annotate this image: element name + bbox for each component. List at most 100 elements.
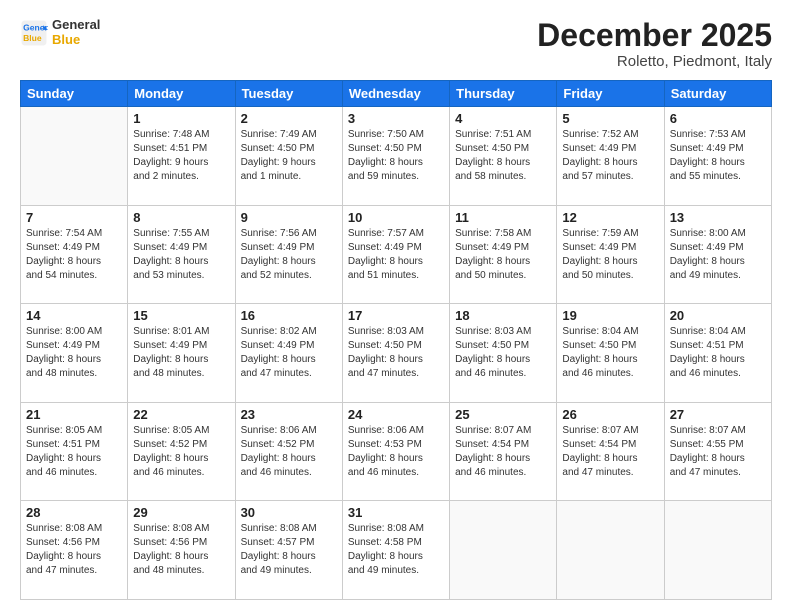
logo-icon: General Blue <box>20 19 48 47</box>
day-number: 17 <box>348 308 444 323</box>
day-info: Sunrise: 8:04 AMSunset: 4:50 PMDaylight:… <box>562 325 658 381</box>
calendar-cell <box>664 501 771 600</box>
day-number: 23 <box>241 407 337 422</box>
day-info: Sunrise: 8:04 AMSunset: 4:51 PMDaylight:… <box>670 325 766 381</box>
day-number: 16 <box>241 308 337 323</box>
day-header-wednesday: Wednesday <box>342 81 449 107</box>
calendar-cell: 14 Sunrise: 8:00 AMSunset: 4:49 PMDayligh… <box>21 304 128 403</box>
calendar-cell: 21Sunrise: 8:05 AMSunset: 4:51 PMDayligh… <box>21 402 128 501</box>
logo-line2: Blue <box>52 33 100 48</box>
day-info: Sunrise: 8:03 AMSunset: 4:50 PMDaylight:… <box>455 325 551 381</box>
month-title: December 2025 <box>537 18 772 53</box>
day-info: Sunrise: 8:07 AMSunset: 4:54 PMDaylight:… <box>562 424 658 480</box>
day-number: 13 <box>670 210 766 225</box>
calendar-cell: 23 Sunrise: 8:06 AMSunset: 4:52 PMDayligh… <box>235 402 342 501</box>
day-number: 10 <box>348 210 444 225</box>
day-header-tuesday: Tuesday <box>235 81 342 107</box>
day-info: Sunrise: 8:08 AMSunset: 4:57 PMDaylight:… <box>241 522 337 578</box>
day-number: 18 <box>455 308 551 323</box>
calendar-cell: 16 Sunrise: 8:02 AMSunset: 4:49 PMDayligh… <box>235 304 342 403</box>
calendar-cell: 2 Sunrise: 7:49 AMSunset: 4:50 PMDaylight… <box>235 107 342 206</box>
logo: General Blue General Blue <box>20 18 100 48</box>
calendar-cell: 12 Sunrise: 7:59 AMSunset: 4:49 PMDayligh… <box>557 205 664 304</box>
calendar-header-row: SundayMondayTuesdayWednesdayThursdayFrid… <box>21 81 772 107</box>
day-info: Sunrise: 7:48 AMSunset: 4:51 PMDaylight:… <box>133 128 229 184</box>
day-info: Sunrise: 7:51 AMSunset: 4:50 PMDaylight:… <box>455 128 551 184</box>
calendar-cell: 26 Sunrise: 8:07 AMSunset: 4:54 PMDayligh… <box>557 402 664 501</box>
calendar-week-row: 21Sunrise: 8:05 AMSunset: 4:51 PMDayligh… <box>21 402 772 501</box>
day-header-monday: Monday <box>128 81 235 107</box>
calendar-cell: 31 Sunrise: 8:08 AMSunset: 4:58 PMDayligh… <box>342 501 449 600</box>
day-info: Sunrise: 8:02 AMSunset: 4:49 PMDaylight:… <box>241 325 337 381</box>
day-info: Sunrise: 7:53 AMSunset: 4:49 PMDaylight:… <box>670 128 766 184</box>
day-info: Sunrise: 8:00 AMSunset: 4:49 PMDaylight:… <box>26 325 122 381</box>
calendar-cell <box>557 501 664 600</box>
day-number: 12 <box>562 210 658 225</box>
day-number: 14 <box>26 308 122 323</box>
calendar-cell: 19 Sunrise: 8:04 AMSunset: 4:50 PMDayligh… <box>557 304 664 403</box>
day-info: Sunrise: 8:05 AMSunset: 4:52 PMDaylight:… <box>133 424 229 480</box>
day-number: 25 <box>455 407 551 422</box>
day-number: 7 <box>26 210 122 225</box>
day-info: Sunrise: 7:52 AMSunset: 4:49 PMDaylight:… <box>562 128 658 184</box>
calendar-table: SundayMondayTuesdayWednesdayThursdayFrid… <box>20 80 772 600</box>
day-number: 5 <box>562 111 658 126</box>
day-number: 29 <box>133 505 229 520</box>
calendar-cell: 25 Sunrise: 8:07 AMSunset: 4:54 PMDayligh… <box>450 402 557 501</box>
calendar-cell: 17Sunrise: 8:03 AMSunset: 4:50 PMDayligh… <box>342 304 449 403</box>
logo-line1: General <box>52 18 100 33</box>
calendar-cell: 15Sunrise: 8:01 AMSunset: 4:49 PMDayligh… <box>128 304 235 403</box>
calendar-cell: 13Sunrise: 8:00 AMSunset: 4:49 PMDayligh… <box>664 205 771 304</box>
calendar-cell: 18 Sunrise: 8:03 AMSunset: 4:50 PMDayligh… <box>450 304 557 403</box>
calendar-cell: 28 Sunrise: 8:08 AMSunset: 4:56 PMDayligh… <box>21 501 128 600</box>
day-info: Sunrise: 8:01 AMSunset: 4:49 PMDaylight:… <box>133 325 229 381</box>
svg-text:Blue: Blue <box>23 33 42 43</box>
day-number: 26 <box>562 407 658 422</box>
day-info: Sunrise: 8:08 AMSunset: 4:56 PMDaylight:… <box>133 522 229 578</box>
calendar-cell: 8 Sunrise: 7:55 AMSunset: 4:49 PMDaylight… <box>128 205 235 304</box>
day-info: Sunrise: 8:06 AMSunset: 4:52 PMDaylight:… <box>241 424 337 480</box>
day-number: 31 <box>348 505 444 520</box>
calendar-cell: 20Sunrise: 8:04 AMSunset: 4:51 PMDayligh… <box>664 304 771 403</box>
day-number: 3 <box>348 111 444 126</box>
calendar-cell <box>21 107 128 206</box>
day-info: Sunrise: 8:07 AMSunset: 4:54 PMDaylight:… <box>455 424 551 480</box>
page: General Blue General Blue December 2025 … <box>0 0 792 612</box>
title-block: December 2025 Roletto, Piedmont, Italy <box>537 18 772 70</box>
day-number: 19 <box>562 308 658 323</box>
day-number: 24 <box>348 407 444 422</box>
day-info: Sunrise: 8:08 AMSunset: 4:58 PMDaylight:… <box>348 522 444 578</box>
day-info: Sunrise: 8:06 AMSunset: 4:53 PMDaylight:… <box>348 424 444 480</box>
day-number: 2 <box>241 111 337 126</box>
day-info: Sunrise: 7:55 AMSunset: 4:49 PMDaylight:… <box>133 227 229 283</box>
day-header-friday: Friday <box>557 81 664 107</box>
location-subtitle: Roletto, Piedmont, Italy <box>537 53 772 70</box>
calendar-cell: 27Sunrise: 8:07 AMSunset: 4:55 PMDayligh… <box>664 402 771 501</box>
calendar-cell: 10 Sunrise: 7:57 AMSunset: 4:49 PMDayligh… <box>342 205 449 304</box>
calendar-cell: 4 Sunrise: 7:51 AMSunset: 4:50 PMDaylight… <box>450 107 557 206</box>
calendar-cell: 22Sunrise: 8:05 AMSunset: 4:52 PMDayligh… <box>128 402 235 501</box>
calendar-cell: 29 Sunrise: 8:08 AMSunset: 4:56 PMDayligh… <box>128 501 235 600</box>
day-number: 1 <box>133 111 229 126</box>
day-number: 28 <box>26 505 122 520</box>
day-info: Sunrise: 7:49 AMSunset: 4:50 PMDaylight:… <box>241 128 337 184</box>
calendar-cell: 11Sunrise: 7:58 AMSunset: 4:49 PMDayligh… <box>450 205 557 304</box>
day-info: Sunrise: 7:57 AMSunset: 4:49 PMDaylight:… <box>348 227 444 283</box>
calendar-cell: 5 Sunrise: 7:52 AMSunset: 4:49 PMDaylight… <box>557 107 664 206</box>
calendar-cell: 9 Sunrise: 7:56 AMSunset: 4:49 PMDaylight… <box>235 205 342 304</box>
calendar-cell: 7Sunrise: 7:54 AMSunset: 4:49 PMDaylight… <box>21 205 128 304</box>
day-header-thursday: Thursday <box>450 81 557 107</box>
calendar-cell <box>450 501 557 600</box>
day-info: Sunrise: 8:08 AMSunset: 4:56 PMDaylight:… <box>26 522 122 578</box>
day-number: 9 <box>241 210 337 225</box>
day-header-sunday: Sunday <box>21 81 128 107</box>
day-info: Sunrise: 7:59 AMSunset: 4:49 PMDaylight:… <box>562 227 658 283</box>
day-number: 8 <box>133 210 229 225</box>
calendar-cell: 24 Sunrise: 8:06 AMSunset: 4:53 PMDayligh… <box>342 402 449 501</box>
day-header-saturday: Saturday <box>664 81 771 107</box>
day-info: Sunrise: 7:56 AMSunset: 4:49 PMDaylight:… <box>241 227 337 283</box>
day-info: Sunrise: 7:50 AMSunset: 4:50 PMDaylight:… <box>348 128 444 184</box>
day-number: 4 <box>455 111 551 126</box>
day-info: Sunrise: 7:58 AMSunset: 4:49 PMDaylight:… <box>455 227 551 283</box>
calendar-week-row: 1 Sunrise: 7:48 AMSunset: 4:51 PMDaylight… <box>21 107 772 206</box>
